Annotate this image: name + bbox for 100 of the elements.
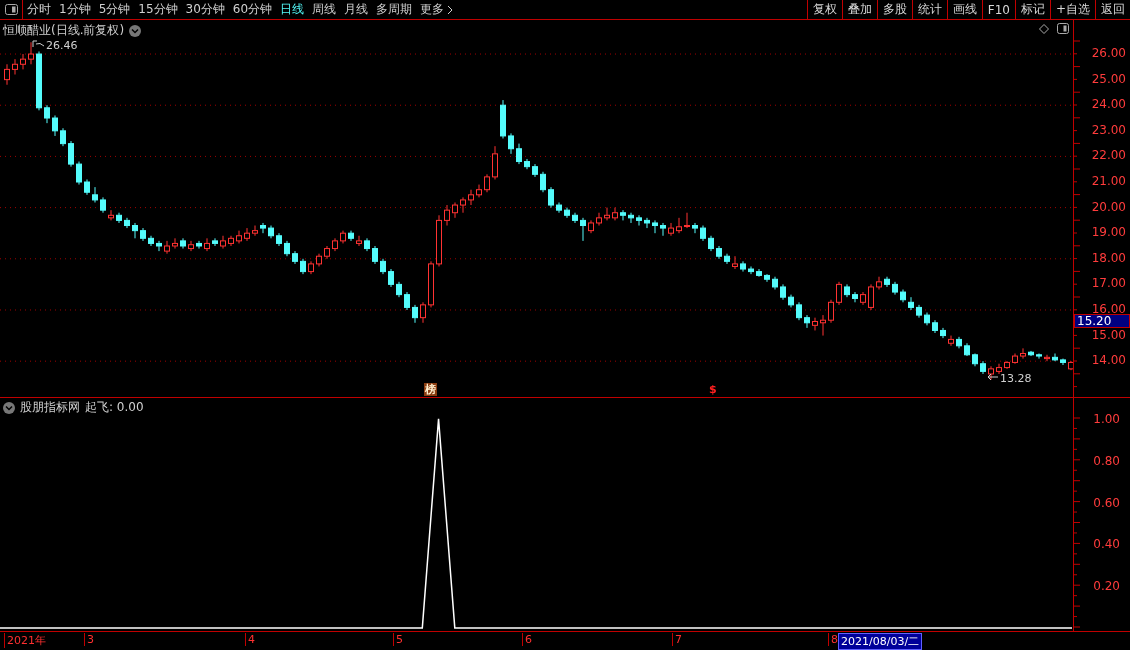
period-tab[interactable]: 更多 (416, 0, 458, 19)
candlestick (732, 255, 738, 270)
axis-label: 16.00 (1091, 302, 1126, 316)
candlestick (668, 222, 674, 237)
caret-down-icon[interactable] (3, 401, 15, 414)
current-price-label: 15.20 (1074, 314, 1130, 328)
candlestick (676, 217, 682, 234)
candlestick (108, 209, 114, 221)
candlestick (604, 207, 610, 221)
axis-label: 17.00 (1091, 276, 1126, 291)
toolbar-button[interactable]: 返回 (1095, 0, 1130, 19)
axis-label: 24.00 (1091, 97, 1126, 112)
candlestick (660, 222, 666, 237)
candlestick (252, 225, 258, 237)
candlestick (612, 207, 618, 221)
candlestick (1044, 354, 1050, 362)
axis-label: 20.00 (1091, 199, 1126, 214)
time-axis-label: 4 (245, 633, 255, 646)
dollar-marker[interactable]: $ (708, 383, 718, 396)
candlestick (828, 299, 834, 324)
axis-label: 21.00 (1091, 174, 1126, 188)
chart-title: 恒顺醋业(日线.前复权) (3, 22, 125, 39)
period-tab[interactable]: 30分钟 (181, 0, 229, 19)
axis-label: 26.00 (1091, 46, 1126, 61)
toolbar-button[interactable]: 多股 (876, 0, 912, 19)
axis-label: 0.80 (1093, 453, 1120, 468)
arrow-icon (987, 373, 999, 381)
period-tab[interactable]: 日线 (276, 0, 309, 19)
candlestick (212, 237, 218, 247)
cursor-date-label: 2021/08/03/二 (838, 633, 923, 650)
candlestick (508, 132, 514, 155)
diamond-icon[interactable] (1039, 23, 1049, 34)
toolbar-button[interactable]: 复权 (806, 0, 842, 19)
axis-label: 25.00 (1091, 71, 1126, 86)
candlestick (868, 283, 874, 311)
toolbar-button[interactable]: F10 (981, 0, 1015, 19)
toolbar-button[interactable]: 统计 (911, 0, 947, 19)
rank-marker[interactable]: 榜 (424, 383, 437, 396)
axis-label: 0.60 (1093, 495, 1120, 510)
candlestick (28, 41, 34, 65)
period-tab[interactable]: 月线 (340, 0, 373, 19)
time-axis-label: 2021年 (4, 633, 46, 648)
candlestick (132, 222, 138, 239)
candlestick (684, 212, 690, 229)
toolbar-button[interactable]: 叠加 (841, 0, 877, 19)
period-tab[interactable]: 周线 (308, 0, 341, 19)
axis-label: 14.00 (1091, 353, 1126, 368)
period-tab[interactable]: 多周期 (372, 0, 417, 19)
period-tab[interactable]: 15分钟 (134, 0, 182, 19)
candlestick (852, 291, 858, 303)
axis-label: 18.00 (1091, 250, 1126, 265)
high-price-label: 26.46 (46, 39, 78, 52)
candlestick (748, 265, 754, 275)
candlestick (948, 335, 954, 347)
candlestick (996, 363, 1002, 375)
candlestick (812, 317, 818, 331)
candlestick (908, 296, 914, 311)
time-axis-label: 6 (522, 633, 532, 646)
candlestick (92, 186, 98, 203)
candlestick (164, 240, 170, 255)
candlestick (188, 240, 194, 252)
candlestick (836, 281, 842, 306)
axis-label: 0.40 (1093, 537, 1120, 552)
period-tab[interactable]: 分时 (23, 0, 55, 19)
candlestick (540, 171, 546, 193)
candlestick (596, 212, 602, 227)
candlestick (76, 161, 82, 186)
toolbar-button[interactable]: 画线 (946, 0, 982, 19)
candlestick (876, 276, 882, 291)
candlestick (692, 222, 698, 234)
candlestick (452, 201, 458, 219)
axis-label: 19.00 (1091, 225, 1126, 240)
candlestick (244, 227, 250, 242)
candlestick (652, 219, 658, 234)
candlestick (492, 145, 498, 180)
panel-toggle-icon[interactable] (4, 4, 18, 15)
period-tab[interactable]: 60分钟 (228, 0, 277, 19)
candlestick (468, 189, 474, 206)
candlestick (1020, 347, 1026, 360)
candlestick (1036, 352, 1042, 360)
candlestick (516, 143, 522, 165)
time-axis-label: 5 (393, 633, 403, 646)
caret-down-icon[interactable] (129, 24, 142, 37)
period-tab[interactable]: 1分钟 (55, 0, 95, 19)
panel-toggle-icon[interactable] (1057, 23, 1069, 34)
candlestick (620, 209, 626, 221)
candlestick (548, 186, 554, 209)
toolbar-button[interactable]: 标记 (1014, 0, 1050, 19)
period-tab[interactable]: 5分钟 (94, 0, 135, 19)
candlestick (156, 240, 162, 252)
candlestick (628, 212, 634, 224)
candlestick (260, 222, 266, 234)
toolbar-button[interactable]: +自选 (1049, 0, 1095, 19)
candlestick (68, 140, 74, 168)
chevron-right-icon (447, 4, 454, 15)
candlestick (172, 237, 178, 250)
indicator-reading: 起飞: 0.00 (85, 399, 144, 416)
candlestick (644, 217, 650, 229)
time-axis-label: 7 (672, 633, 682, 646)
candlestick (12, 58, 18, 76)
